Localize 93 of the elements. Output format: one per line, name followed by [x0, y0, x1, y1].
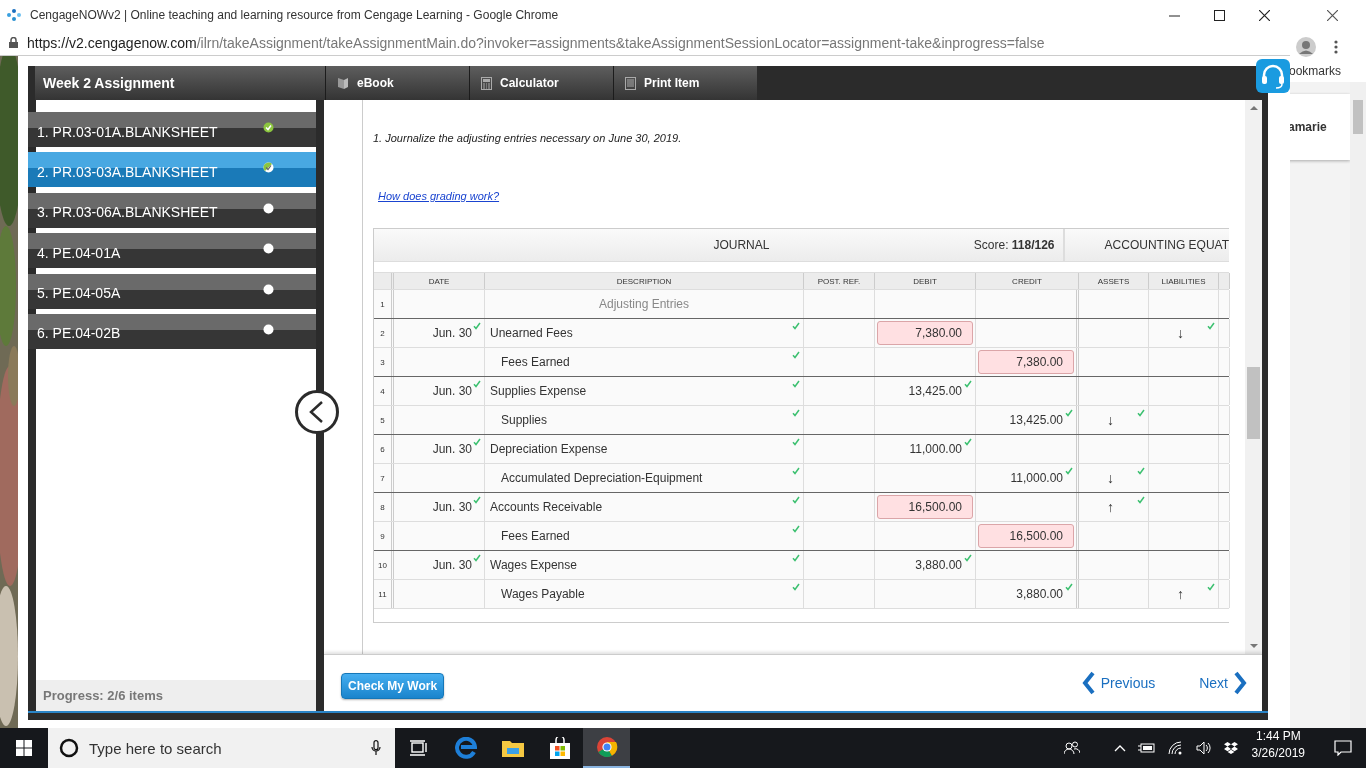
sidebar-item[interactable]: 1. PR.03-01A.BLANKSHEET	[28, 112, 316, 147]
volume-icon[interactable]	[1195, 741, 1212, 755]
table-cell: Accounts Receivable	[490, 500, 603, 514]
table-cell: ↓	[1107, 412, 1114, 428]
table-cell: 11,000.00	[1010, 471, 1063, 485]
task-view-icon	[409, 740, 428, 756]
table-cell: Supplies Expense	[490, 384, 587, 398]
document-icon	[625, 76, 636, 90]
table-cell: ↑	[1107, 499, 1114, 515]
clock[interactable]: 1:44 PM 3/26/2019	[1251, 728, 1305, 768]
dropbox-icon[interactable]	[1223, 742, 1238, 754]
circle-icon	[59, 738, 79, 758]
instruction-text: 1. Journalize the adjusting entries necessary on June 30, 2019.	[373, 132, 683, 144]
table-cell[interactable]: 7,380.00	[978, 350, 1074, 374]
collapse-button[interactable]	[295, 390, 339, 434]
folder-icon	[501, 739, 524, 757]
maximize-icon[interactable]	[1214, 9, 1225, 21]
column-header: CREDIT	[976, 273, 1079, 289]
windows-icon	[16, 740, 32, 756]
book-icon	[337, 76, 349, 90]
table-cell: Fees Earned	[501, 529, 570, 543]
column-header: ASSETS	[1079, 273, 1149, 289]
assignment-title: Week 2 Assignment	[43, 75, 175, 91]
shopping-bag-icon	[548, 737, 571, 759]
chevron-right-icon	[1234, 671, 1247, 695]
table-cell: Jun. 30	[432, 442, 472, 456]
column-header: DATE	[394, 273, 485, 289]
table-cell: Depreciation Expense	[490, 442, 608, 456]
table-cell: ↓	[1107, 470, 1114, 486]
sidebar-item[interactable]: 2. PR.03-03A.BLANKSHEET	[28, 152, 316, 188]
scrollbar[interactable]	[1245, 100, 1262, 654]
avatar-icon[interactable]	[1296, 37, 1316, 57]
close-icon[interactable]	[1327, 9, 1338, 21]
battery-icon[interactable]	[1137, 742, 1156, 754]
table-cell: Supplies	[501, 413, 548, 427]
people-icon[interactable]	[1063, 741, 1080, 755]
sidebar-item[interactable]: 3. PR.03-06A.BLANKSHEET	[28, 192, 316, 228]
table-cell: Fees Earned	[501, 355, 570, 369]
table-cell: Wages Payable	[501, 587, 585, 601]
table-cell: Accumulated Depreciation-Equipment	[501, 471, 703, 485]
journal-title: JOURNAL	[712, 238, 771, 252]
headset-icon[interactable]	[1256, 59, 1290, 93]
sidebar-item[interactable]: 5. PE.04-05A	[28, 273, 316, 309]
url-text[interactable]: https://v2.cengagenow.com/ilrn/takeAssignment/takeAssignmentMain.do?invoker=assignments&takeAssignmentSessionLocator=assignment-take&inprogress=false	[27, 34, 1045, 51]
chevron-left-icon	[1081, 671, 1095, 695]
table-cell: Jun. 30	[432, 500, 472, 514]
table-cell[interactable]: 16,500.00	[877, 495, 973, 519]
column-header: DESCRIPTION	[485, 273, 804, 289]
lock-icon	[9, 37, 18, 48]
table-cell[interactable]: 7,380.00	[877, 321, 973, 345]
table-cell: 3,880.00	[915, 558, 962, 572]
menu-icon[interactable]	[1334, 40, 1338, 54]
tool-tab[interactable]: eBook	[325, 66, 469, 100]
tool-tab[interactable]: Print Item	[613, 66, 757, 100]
scrollbar[interactable]	[1350, 82, 1366, 728]
close-icon[interactable]	[1259, 9, 1270, 21]
edge-icon	[454, 737, 477, 759]
table-cell[interactable]: 16,500.00	[978, 524, 1074, 548]
table-cell: Jun. 30	[432, 326, 472, 340]
table-cell: ↓	[1177, 325, 1184, 341]
table-cell: Jun. 30	[432, 558, 472, 572]
previous-link[interactable]: Previous	[1081, 671, 1156, 695]
sidebar-item[interactable]: 4. PE.04-01A	[28, 233, 316, 269]
window-title: CengageNOWv2 | Online teaching and learning resource from Cengage Learning - Google Chrome	[30, 8, 559, 22]
search-field[interactable]: Type here to search	[48, 728, 395, 768]
section-tab[interactable]: ACCOUNTING EQUAT	[1104, 238, 1229, 252]
table-cell: Wages Expense	[490, 558, 577, 572]
table-cell: 11,000.00	[909, 442, 962, 456]
cengage-logo-icon	[6, 8, 22, 22]
wifi-icon[interactable]	[1167, 741, 1184, 755]
column-header: POST. REF.	[804, 273, 875, 289]
next-link[interactable]: Next	[1199, 671, 1247, 695]
column-header: DEBIT	[875, 273, 976, 289]
progress-text: Progress: 2/6 items	[43, 688, 163, 703]
sidebar-item[interactable]: 6. PE.04-02B	[28, 313, 316, 349]
microphone-icon[interactable]	[371, 740, 381, 756]
table-cell: 13,425.00	[1009, 413, 1063, 427]
chrome-icon	[595, 736, 618, 758]
calculator-icon	[481, 76, 492, 90]
table-cell: Jun. 30	[432, 384, 472, 398]
column-header: LIABILITIES	[1149, 273, 1219, 289]
bookmarks-label: ookmarks	[1289, 64, 1341, 78]
table-cell: 3,880.00	[1016, 587, 1063, 601]
table-cell: Unearned Fees	[490, 326, 573, 340]
tool-tab[interactable]: Calculator	[469, 66, 613, 100]
table-cell: ↑	[1177, 586, 1184, 602]
table-cell: 13,425.00	[908, 384, 962, 398]
table-cell: Adjusting Entries	[598, 297, 689, 311]
row-number: 11	[374, 580, 394, 608]
score-text: Score: 118/126	[973, 238, 1055, 252]
notification-icon[interactable]	[1333, 740, 1352, 756]
grading-help-link[interactable]: How does grading work?	[378, 190, 500, 202]
chevron-up-icon[interactable]	[1113, 744, 1126, 752]
